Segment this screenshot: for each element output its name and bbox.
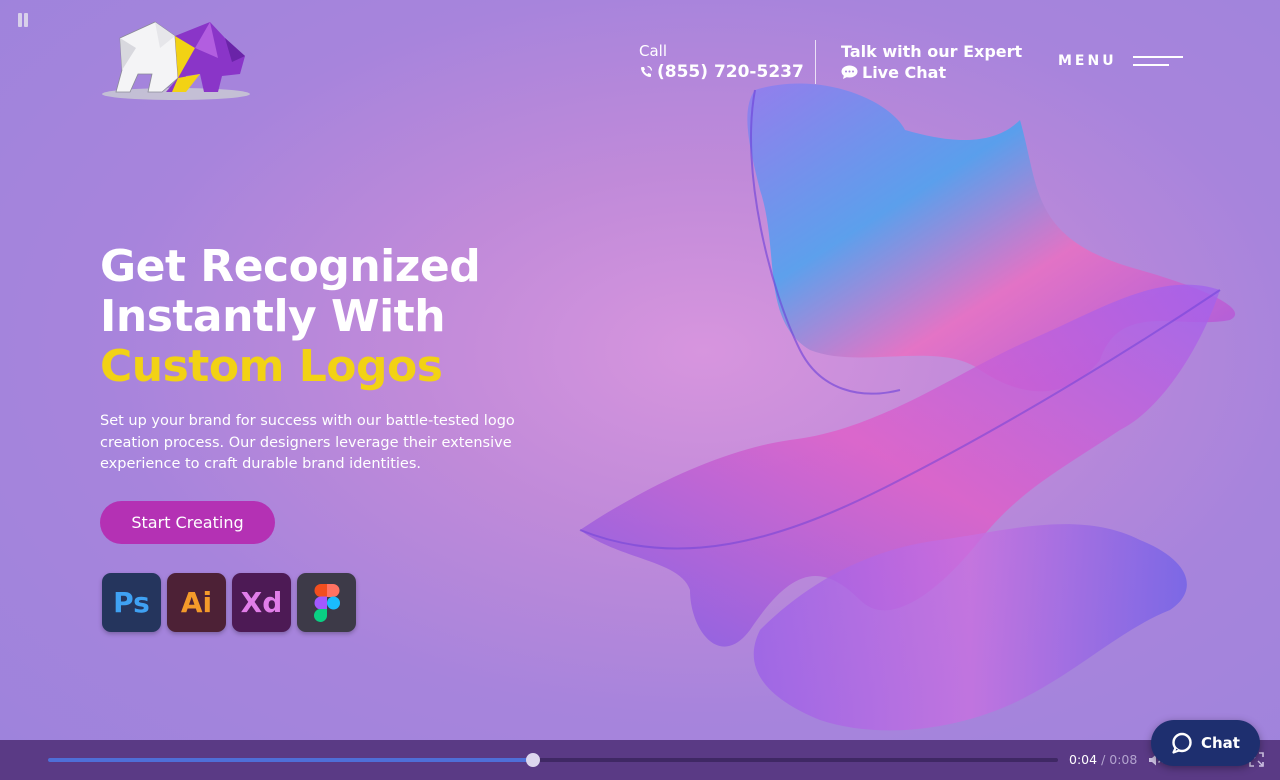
hero-description: Set up your brand for success with our b… [100,413,515,472]
illustrator-icon: Ai [167,573,226,632]
figma-icon [297,573,356,632]
video-progress-bar[interactable] [48,753,1058,767]
hero-title-accent: Custom Logos [100,341,443,392]
start-creating-button[interactable]: Start Creating [100,501,275,544]
header-divider [815,40,816,84]
phone-link[interactable]: (855) 720-5237 [639,62,804,82]
adobe-xd-icon: Xd [232,573,291,632]
design-tools-list: Ps Ai Xd [102,573,356,632]
chat-widget-label: Chat [1201,734,1240,752]
phone-number: (855) 720-5237 [657,62,804,82]
call-label: Call [639,42,668,60]
video-progress-fill [48,758,533,762]
expert-contact: Talk with our Expert Live Chat [841,42,1022,82]
hamburger-icon [1132,52,1183,70]
video-time-display: 0:04 / 0:08 [1069,752,1137,767]
hero-title-line-2: Instantly With [100,291,446,342]
expert-label: Talk with our Expert [841,42,1023,61]
call-contact: Call (855) 720-5237 [639,42,804,82]
hero-title: Get Recognized Instantly With Custom Log… [100,241,481,392]
hero-fabric-visual [560,70,1260,750]
hero-title-line-1: Get Recognized [100,241,481,292]
menu-label: MENU [1058,53,1117,69]
video-time-separator: / [1101,752,1106,767]
phone-ringing-icon [641,65,653,77]
chat-bubble-icon [841,65,858,79]
photoshop-icon: Ps [102,573,161,632]
live-chat-link[interactable]: Live Chat [841,63,1022,82]
video-progress-thumb[interactable] [525,753,540,767]
live-chat-label: Live Chat [862,63,947,82]
chat-widget-button[interactable]: Chat [1151,720,1260,766]
chat-bubble-icon [1172,732,1192,754]
menu-button[interactable]: MENU [1058,52,1183,70]
video-total-time: 0:08 [1109,752,1138,767]
video-current-time: 0:04 [1069,752,1098,767]
origami-bear-logo[interactable] [100,18,252,102]
pause-icon[interactable] [17,13,29,27]
